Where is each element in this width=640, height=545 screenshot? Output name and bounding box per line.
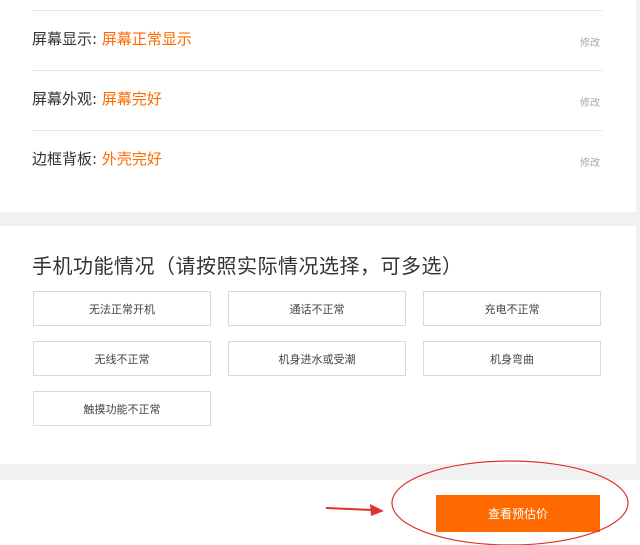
condition-value: 屏幕完好 [101, 90, 162, 108]
option-cannot-power-on[interactable]: 无法正常开机 [33, 291, 211, 326]
condition-row-screen-display: 屏幕显示: 屏幕正常显示 修改 [32, 10, 602, 71]
footer-bar: 查看预估价 [0, 480, 640, 545]
device-condition-card: 屏幕显示: 屏幕正常显示 修改 屏幕外观: 屏幕完好 修改 边框背板: 外壳完好… [0, 0, 636, 212]
function-status-card: 手机功能情况（请按照实际情况选择，可多选） 无法正常开机 通话不正常 充电不正常… [0, 226, 636, 464]
condition-label: 屏幕显示: 屏幕正常显示 [32, 30, 192, 48]
option-touch-abnormal[interactable]: 触摸功能不正常 [33, 391, 211, 426]
option-body-bent[interactable]: 机身弯曲 [423, 341, 601, 376]
edit-link[interactable]: 修改 [580, 34, 600, 49]
condition-row-frame-back: 边框背板: 外壳完好 修改 [32, 130, 602, 191]
condition-value: 外壳完好 [101, 150, 162, 168]
option-call-abnormal[interactable]: 通话不正常 [228, 291, 406, 326]
option-wireless-abnormal[interactable]: 无线不正常 [33, 341, 211, 376]
option-charging-abnormal[interactable]: 充电不正常 [423, 291, 601, 326]
condition-label: 边框背板: 外壳完好 [32, 150, 162, 168]
condition-label: 屏幕外观: 屏幕完好 [32, 90, 162, 108]
condition-row-screen-appearance: 屏幕外观: 屏幕完好 修改 [32, 70, 602, 131]
edit-link[interactable]: 修改 [580, 94, 600, 109]
condition-value: 屏幕正常显示 [101, 30, 192, 48]
option-water-damage[interactable]: 机身进水或受潮 [228, 341, 406, 376]
section-title: 手机功能情况（请按照实际情况选择，可多选） [32, 254, 463, 278]
edit-link[interactable]: 修改 [580, 154, 600, 169]
view-estimate-button[interactable]: 查看预估价 [436, 495, 600, 532]
